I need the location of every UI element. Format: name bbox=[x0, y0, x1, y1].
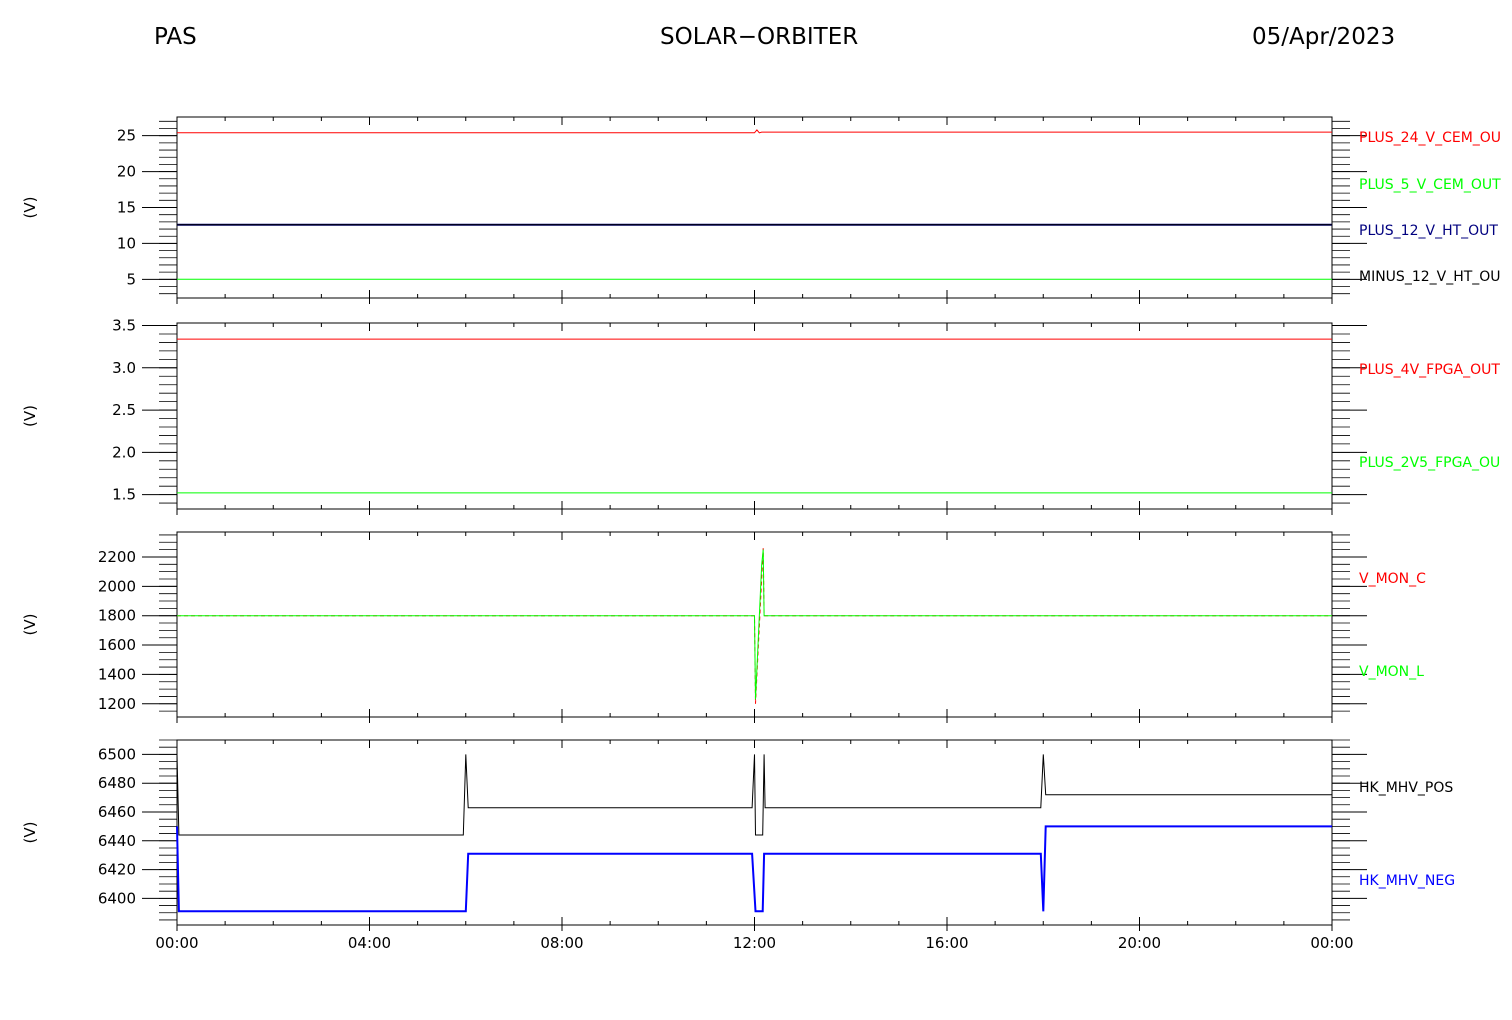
x-tick-label: 00:00 bbox=[155, 934, 198, 952]
series-line-hk_mhv_pos bbox=[176, 754, 1332, 836]
x-tick-label: 12:00 bbox=[733, 934, 776, 952]
y-tick-label: 1400 bbox=[98, 665, 136, 683]
housekeeping-plots: 5 10 15 20 25 (V) PLUS_24_V_CEM_OU PLUS_5_V_CEM… bbox=[21, 116, 1501, 952]
y-tick-label: 1600 bbox=[98, 636, 136, 654]
plot-frame-0 bbox=[176, 116, 1333, 299]
y-tick-label: 1200 bbox=[98, 695, 136, 713]
y-axis-label: (V) bbox=[21, 197, 39, 219]
y-tick-label: 2.5 bbox=[112, 401, 136, 419]
y-tick-label: 3.5 bbox=[112, 317, 136, 335]
y-tick-label: 2200 bbox=[98, 548, 136, 566]
y-tick-label: 6420 bbox=[98, 861, 136, 879]
y-tick-label: 6480 bbox=[98, 774, 136, 792]
y-tick-label: 6440 bbox=[98, 832, 136, 850]
legend-label: V_MON_C bbox=[1359, 571, 1426, 587]
y-axis-label: (V) bbox=[21, 614, 39, 636]
y-tick-label: 25 bbox=[117, 127, 136, 145]
y-tick-label: 6500 bbox=[98, 745, 136, 763]
y-tick-label: 10 bbox=[117, 234, 136, 252]
y-tick-label: 5 bbox=[126, 270, 136, 288]
x-tick-label: 16:00 bbox=[925, 934, 968, 952]
x-tick-label: 04:00 bbox=[348, 934, 391, 952]
y-tick-label: 3.0 bbox=[112, 359, 136, 377]
y-tick-label: 15 bbox=[117, 199, 136, 217]
y-tick-label: 20 bbox=[117, 163, 136, 181]
legend-label: PLUS_2V5_FPGA_OU bbox=[1359, 455, 1500, 471]
series-line-plus_24_v_cem_ou bbox=[177, 129, 1332, 134]
legend-label: HK_MHV_NEG bbox=[1359, 873, 1455, 889]
series-line-hk_mhv_neg bbox=[176, 825, 1332, 913]
legend-label: PLUS_24_V_CEM_OU bbox=[1359, 130, 1501, 146]
y-tick-label: 6400 bbox=[98, 889, 136, 907]
y-tick-label: 1800 bbox=[98, 607, 136, 625]
legend-label: PLUS_5_V_CEM_OUT bbox=[1359, 177, 1501, 193]
legend-label: HK_MHV_POS bbox=[1359, 780, 1453, 796]
y-axis-label: (V) bbox=[21, 405, 39, 427]
legend-label: V_MON_L bbox=[1359, 664, 1424, 680]
plot-frame-1 bbox=[176, 322, 1333, 510]
y-tick-label: 2000 bbox=[98, 577, 136, 595]
x-tick-label: 00:00 bbox=[1310, 934, 1353, 952]
legend-label: PLUS_4V_FPGA_OUT bbox=[1359, 362, 1500, 378]
x-tick-label: 20:00 bbox=[1118, 934, 1161, 952]
y-tick-label: 6460 bbox=[98, 803, 136, 821]
y-axis-label: (V) bbox=[21, 822, 39, 844]
series-line-v_mon_l bbox=[177, 549, 1332, 700]
x-tick-label: 08:00 bbox=[540, 934, 583, 952]
y-tick-label: 1.5 bbox=[112, 486, 136, 504]
legend-label: MINUS_12_V_HT_OU bbox=[1359, 269, 1501, 285]
y-tick-label: 2.0 bbox=[112, 443, 136, 461]
legend-label: PLUS_12_V_HT_OUT bbox=[1359, 223, 1498, 239]
